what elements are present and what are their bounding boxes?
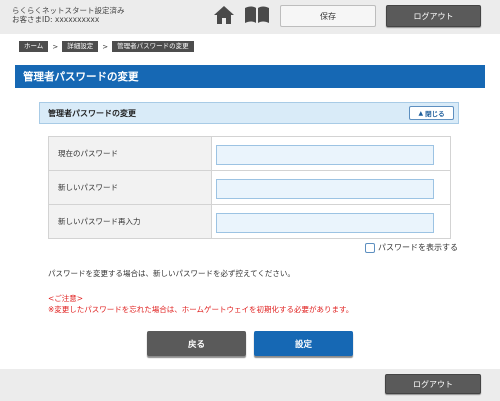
logout-button-top[interactable]: ログアウト bbox=[386, 5, 481, 27]
show-password-checkbox[interactable] bbox=[365, 242, 375, 253]
breadcrumb-current: 管理者パスワードの変更 bbox=[112, 41, 194, 52]
show-password-label[interactable]: パスワードを表示する bbox=[378, 242, 458, 253]
breadcrumb-advanced-settings[interactable]: 詳細設定 bbox=[62, 41, 99, 52]
show-password-toggle[interactable]: パスワードを表示する bbox=[365, 242, 458, 253]
new-password-label: 新しいパスワード bbox=[48, 170, 212, 205]
breadcrumb-home[interactable]: ホーム bbox=[19, 41, 49, 52]
password-form-table: 現在のパスワード 新しいパスワード 新しいパスワード再入力 bbox=[48, 136, 451, 239]
table-row: 新しいパスワード再入力 bbox=[48, 204, 451, 239]
back-button[interactable]: 戻る bbox=[147, 331, 246, 356]
info-note: パスワードを変更する場合は、新しいパスワードを必ず控えてください。 bbox=[48, 269, 295, 278]
home-icon[interactable] bbox=[213, 5, 235, 25]
section-title: 管理者パスワードの変更 bbox=[48, 108, 136, 118]
customer-id: お客さまID: xxxxxxxxxx bbox=[12, 15, 100, 24]
caution-box: <ご注意> ※変更したパスワードを忘れた場合は、ホームゲートウェイを初期化する必… bbox=[48, 293, 353, 315]
section-header: 管理者パスワードの変更 ▲ 閉じる bbox=[39, 102, 459, 124]
table-row: 新しいパスワード bbox=[48, 170, 451, 205]
save-button[interactable]: 保存 bbox=[280, 5, 376, 27]
breadcrumb-separator: > bbox=[52, 42, 59, 51]
site-name: らくらくネットスタート設定済み bbox=[12, 6, 125, 15]
new-password-input[interactable] bbox=[216, 178, 434, 199]
main-content: ホーム > 詳細設定 > 管理者パスワードの変更 管理者パスワードの変更 管理者… bbox=[0, 34, 500, 369]
confirm-password-input[interactable] bbox=[216, 212, 434, 233]
header: らくらくネットスタート設定済み お客さまID: xxxxxxxxxx 保存 ログ… bbox=[0, 0, 500, 34]
confirm-password-label: 新しいパスワード再入力 bbox=[48, 204, 212, 239]
logout-button-bottom[interactable]: ログアウト bbox=[385, 374, 481, 394]
caution-text: ※変更したパスワードを忘れた場合は、ホームゲートウェイを初期化する必要があります… bbox=[48, 305, 354, 314]
apply-button[interactable]: 設定 bbox=[254, 331, 353, 356]
collapse-label: 閉じる bbox=[425, 110, 445, 118]
site-info: らくらくネットスタート設定済み お客さまID: xxxxxxxxxx bbox=[12, 6, 125, 24]
page-title: 管理者パスワードの変更 bbox=[15, 65, 485, 88]
table-row: 現在のパスワード bbox=[48, 136, 451, 171]
caution-title: <ご注意> bbox=[48, 294, 84, 303]
breadcrumb: ホーム > 詳細設定 > 管理者パスワードの変更 bbox=[19, 41, 194, 52]
book-icon[interactable] bbox=[244, 6, 270, 24]
chevron-up-icon: ▲ bbox=[418, 109, 424, 117]
breadcrumb-separator: > bbox=[102, 42, 109, 51]
collapse-button[interactable]: ▲ 閉じる bbox=[409, 106, 454, 120]
current-password-label: 現在のパスワード bbox=[48, 136, 212, 171]
current-password-input[interactable] bbox=[216, 144, 434, 165]
